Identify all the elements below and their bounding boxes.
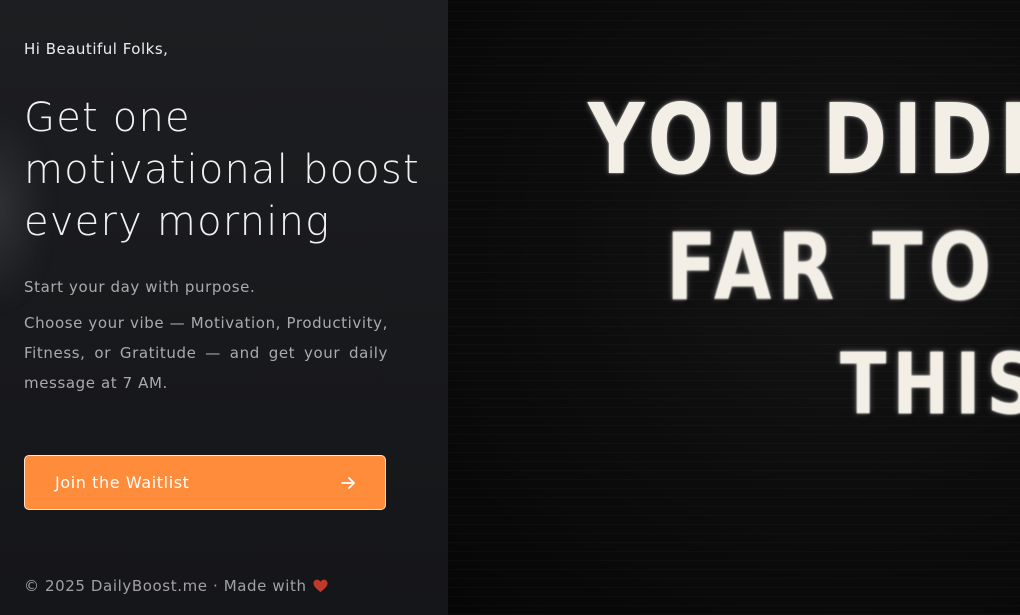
footer-text: © 2025 DailyBoost.me · Made with — [24, 577, 307, 595]
hero-headline: Get one motivational boost every morning — [24, 95, 420, 245]
landing-page: Hi Beautiful Folks, Get one motivational… — [0, 0, 1020, 615]
sign-line-1: YOU DIDNT — [588, 84, 1020, 197]
hero-description: Choose your vibe — Motivation, Productiv… — [24, 314, 388, 392]
join-waitlist-button[interactable]: Join the Waitlist — [24, 455, 386, 510]
arrow-right-icon — [341, 476, 355, 489]
join-waitlist-label: Join the Waitlist — [55, 473, 190, 492]
letterboard-photo: YOU DIDNT FAR TO Q THIS — [448, 0, 1020, 615]
hero-panel: Hi Beautiful Folks, Get one motivational… — [0, 0, 448, 615]
heart-icon — [313, 579, 328, 593]
sign-line-3: THIS — [840, 336, 1020, 435]
greeting-text: Hi Beautiful Folks, — [24, 40, 169, 58]
hero-tagline: Start your day with purpose. — [24, 278, 256, 296]
footer: © 2025 DailyBoost.me · Made with — [24, 577, 328, 595]
sign-line-2: FAR TO Q — [666, 214, 1020, 322]
